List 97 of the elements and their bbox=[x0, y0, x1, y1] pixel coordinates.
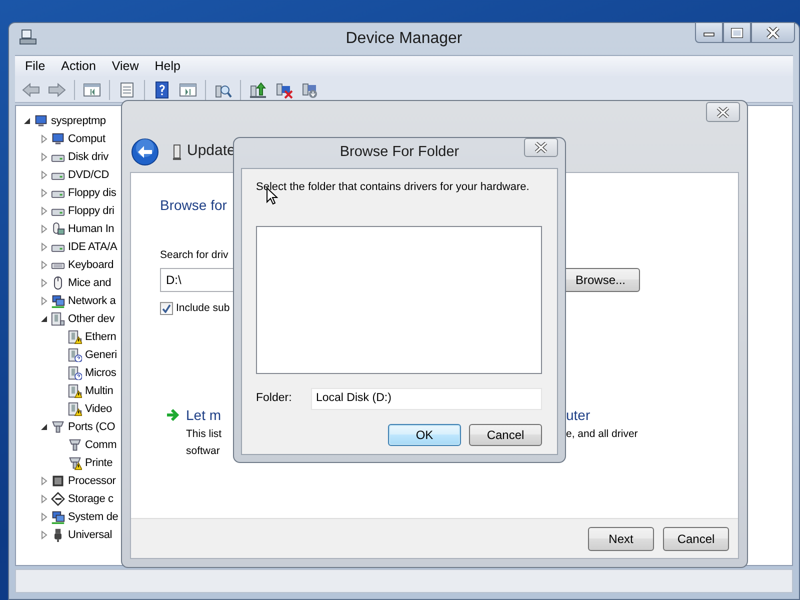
tree-item[interactable]: Network a bbox=[68, 293, 116, 309]
tree-item[interactable]: Storage c bbox=[68, 491, 114, 507]
tree-item[interactable]: Keyboard bbox=[68, 257, 114, 273]
option-description: e, and all driver bbox=[566, 426, 638, 442]
collapsed-arrow-icon[interactable] bbox=[39, 530, 49, 540]
field-label: Folder: bbox=[256, 390, 293, 406]
collapsed-arrow-icon[interactable] bbox=[39, 152, 49, 162]
tree-item[interactable]: Video bbox=[85, 401, 112, 417]
menu-item[interactable]: View bbox=[106, 57, 145, 76]
minimize-button[interactable] bbox=[695, 22, 723, 43]
dialog-title: Update bbox=[187, 141, 236, 162]
dialog-button[interactable]: Next bbox=[588, 526, 654, 550]
window-title: Device Manager bbox=[346, 29, 462, 49]
collapsed-arrow-icon[interactable] bbox=[39, 170, 49, 180]
forward-icon[interactable] bbox=[48, 80, 66, 98]
close-button[interactable] bbox=[706, 102, 740, 122]
tree-item[interactable]: Disk driv bbox=[68, 149, 108, 165]
update-icon[interactable] bbox=[249, 80, 267, 98]
close-button[interactable] bbox=[751, 22, 795, 43]
expanded-arrow-icon[interactable] bbox=[39, 314, 49, 324]
pane-icon[interactable] bbox=[179, 80, 197, 98]
tree-item[interactable]: syspreptmp bbox=[51, 113, 106, 129]
collapsed-arrow-icon[interactable] bbox=[39, 206, 49, 216]
collapsed-arrow-icon[interactable] bbox=[39, 512, 49, 522]
checkbox-label[interactable]: Include sub bbox=[176, 300, 230, 316]
collapsed-arrow-icon[interactable] bbox=[39, 278, 49, 288]
dialog-title: Browse For Folder bbox=[340, 143, 460, 162]
properties-icon[interactable] bbox=[118, 80, 136, 98]
mouse-icon bbox=[51, 276, 65, 290]
tree-item[interactable]: System de bbox=[68, 509, 118, 525]
collapsed-arrow-icon[interactable] bbox=[39, 134, 49, 144]
tree-item[interactable]: Ethern bbox=[85, 329, 116, 345]
tree-item[interactable]: Comm bbox=[85, 437, 117, 453]
menu-item[interactable]: Help bbox=[148, 57, 186, 76]
menu-item[interactable]: File bbox=[19, 57, 52, 76]
close-icon bbox=[766, 26, 780, 38]
option-description: This list bbox=[186, 428, 222, 440]
arrow-icon bbox=[166, 408, 180, 422]
tree-item[interactable]: Other dev bbox=[68, 311, 115, 327]
port-icon bbox=[51, 420, 65, 434]
expanded-arrow-icon[interactable] bbox=[22, 116, 32, 126]
dialog-button[interactable]: OK bbox=[388, 424, 461, 446]
option-title[interactable]: Let m bbox=[186, 406, 222, 422]
network-icon bbox=[51, 510, 65, 524]
tree-item[interactable]: IDE ATA/A bbox=[68, 239, 118, 255]
tree-item[interactable]: Processor bbox=[68, 473, 116, 489]
monitor-icon bbox=[51, 132, 65, 146]
tree-item[interactable]: Micros bbox=[85, 365, 116, 381]
dialog-button[interactable]: Cancel bbox=[469, 424, 542, 446]
collapsed-arrow-icon[interactable] bbox=[39, 494, 49, 504]
close-icon bbox=[534, 142, 548, 153]
help-icon[interactable] bbox=[153, 80, 171, 98]
uninstall-icon[interactable] bbox=[275, 80, 293, 98]
network-icon bbox=[51, 294, 65, 308]
back-icon[interactable] bbox=[22, 80, 40, 98]
close-icon bbox=[716, 106, 730, 118]
disable-icon[interactable] bbox=[301, 80, 319, 98]
option-title[interactable]: uter bbox=[566, 404, 590, 426]
tree-item[interactable]: Floppy dri bbox=[68, 203, 114, 219]
collapsed-arrow-icon[interactable] bbox=[39, 224, 49, 234]
collapsed-arrow-icon[interactable] bbox=[39, 188, 49, 198]
chip-icon bbox=[51, 474, 65, 488]
collapsed-arrow-icon[interactable] bbox=[39, 296, 49, 306]
collapsed-arrow-icon[interactable] bbox=[39, 476, 49, 486]
maximize-icon bbox=[731, 28, 743, 38]
tree-item[interactable]: Mice and bbox=[68, 275, 112, 291]
pane-icon[interactable] bbox=[83, 80, 101, 98]
option-description: softwar bbox=[186, 444, 220, 458]
instruction-text: Select the folder that contains drivers for your hardware. bbox=[256, 180, 530, 195]
tree-item[interactable]: Universal bbox=[68, 527, 112, 543]
tree-item[interactable]: Floppy dis bbox=[68, 185, 116, 201]
expanded-arrow-icon[interactable] bbox=[39, 422, 49, 432]
collapsed-arrow-icon[interactable] bbox=[39, 242, 49, 252]
back-button[interactable] bbox=[131, 138, 159, 166]
computer-icon bbox=[19, 28, 37, 46]
monitor-icon bbox=[34, 114, 48, 128]
input-device-icon bbox=[51, 222, 65, 236]
tree-item[interactable]: Comput bbox=[68, 131, 106, 147]
check-icon bbox=[162, 304, 171, 314]
storage-icon bbox=[51, 492, 65, 506]
tree-item[interactable]: Multin bbox=[85, 383, 114, 399]
device-icon bbox=[171, 142, 183, 160]
tree-item[interactable]: Printe bbox=[85, 455, 113, 471]
device-icon bbox=[51, 312, 65, 326]
collapsed-arrow-icon[interactable] bbox=[39, 260, 49, 270]
checkbox[interactable] bbox=[160, 302, 173, 316]
tree-item[interactable]: Generi bbox=[85, 347, 117, 363]
field-label: Search for driv bbox=[160, 248, 228, 263]
close-button[interactable] bbox=[524, 138, 558, 157]
tree-item[interactable]: Ports (CO bbox=[68, 419, 116, 435]
dialog-button[interactable]: Cancel bbox=[663, 526, 729, 550]
tree-item[interactable]: Human In bbox=[68, 221, 114, 237]
tree-item[interactable]: DVD/CD bbox=[68, 167, 109, 183]
menu-item[interactable]: Action bbox=[55, 57, 102, 76]
folder-field[interactable]: Local Disk (D:) bbox=[311, 388, 542, 410]
maximize-button[interactable] bbox=[723, 22, 751, 43]
section-heading: Browse for bbox=[160, 196, 227, 215]
